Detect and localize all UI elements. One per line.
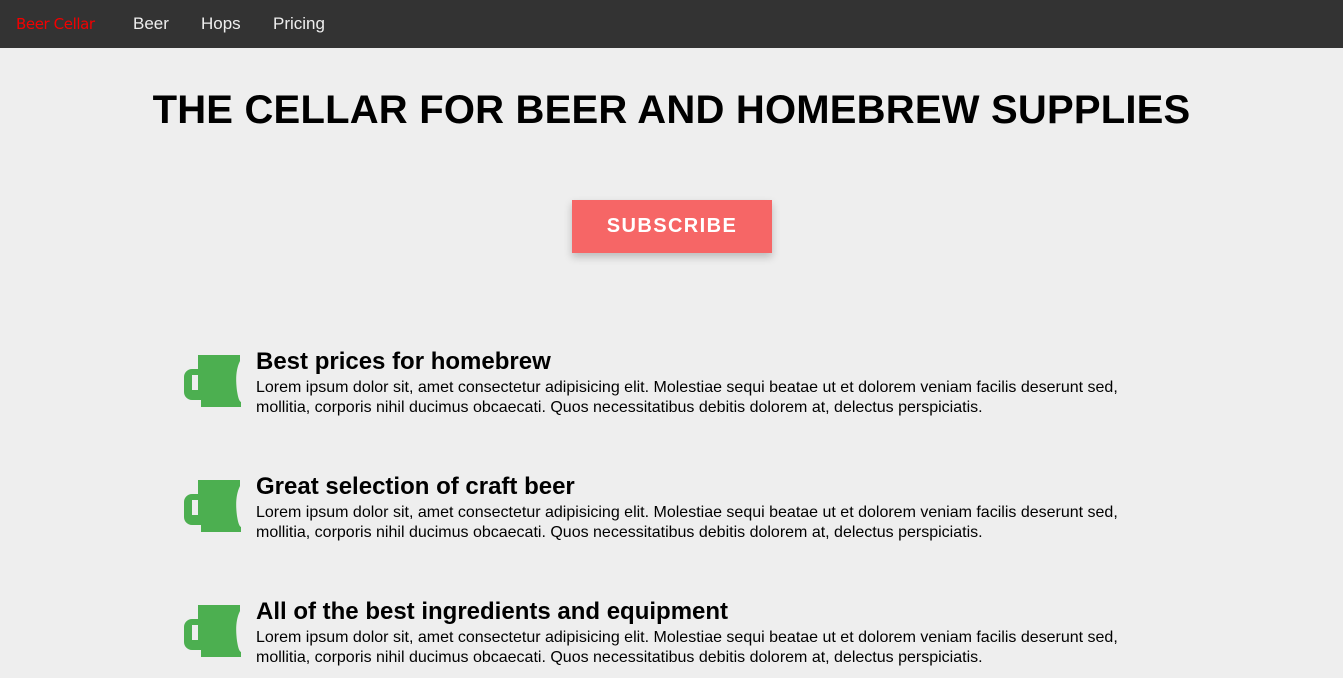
feature-title: Great selection of craft beer <box>256 473 575 500</box>
feature-item: Great selection of craft beer Lorem ipsu… <box>184 473 1144 553</box>
feature-item: All of the best ingredients and equipmen… <box>184 598 1144 678</box>
feature-title: Best prices for homebrew <box>256 348 551 375</box>
nav-link-pricing[interactable]: Pricing <box>273 0 325 48</box>
feature-description: Lorem ipsum dolor sit, amet consectetur … <box>256 629 1118 666</box>
beer-mug-icon <box>184 605 241 657</box>
feature-description: Lorem ipsum dolor sit, amet consectetur … <box>256 504 1118 541</box>
brand-link[interactable]: Beer Cellar <box>16 0 95 48</box>
subscribe-button[interactable]: SUBSCRIBE <box>572 200 772 253</box>
feature-title: All of the best ingredients and equipmen… <box>256 598 729 625</box>
beer-mug-icon <box>184 355 241 407</box>
feature-item: Best prices for homebrew Lorem ipsum dol… <box>184 348 1144 428</box>
hero-title: THE CELLAR FOR BEER AND HOMEBREW SUPPLIE… <box>152 88 1191 132</box>
beer-mug-icon <box>184 480 241 532</box>
feature-description: Lorem ipsum dolor sit, amet consectetur … <box>256 379 1118 416</box>
top-navbar: Beer Cellar Beer Hops Pricing <box>0 0 1343 48</box>
nav-link-hops[interactable]: Hops <box>201 0 241 48</box>
nav-link-beer[interactable]: Beer <box>133 0 169 48</box>
